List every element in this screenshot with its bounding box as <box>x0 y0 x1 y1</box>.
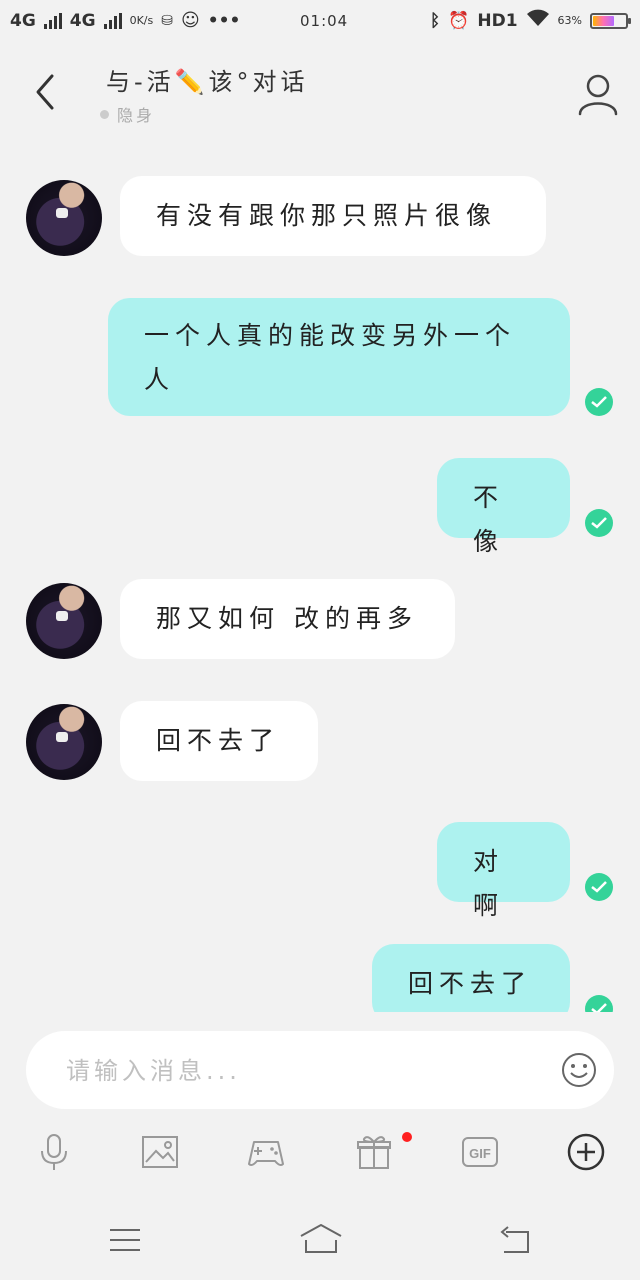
gift-icon[interactable] <box>352 1130 396 1174</box>
status-left: 4G 4G 0K/s ⛁ ☺ ••• <box>10 10 240 31</box>
read-check-icon <box>585 995 613 1012</box>
more-icon: ••• <box>207 10 241 31</box>
back-icon[interactable] <box>496 1222 536 1258</box>
notification-dot <box>402 1132 412 1142</box>
status-bar: 4G 4G 0K/s ⛁ ☺ ••• 01:04 ᛒ ⏰ HD1 63% <box>0 0 640 44</box>
network-type-1: 4G <box>10 10 36 31</box>
gif-icon[interactable]: GIF <box>458 1130 502 1174</box>
home-icon[interactable] <box>298 1222 344 1258</box>
chevron-left-icon[interactable] <box>30 72 66 112</box>
presence-dot <box>100 109 109 119</box>
signal-icon <box>43 12 62 29</box>
read-check-icon <box>585 509 613 537</box>
microphone-icon[interactable] <box>32 1130 76 1174</box>
battery-percent: 63% <box>557 14 582 27</box>
read-check-icon <box>585 873 613 901</box>
smiley-icon[interactable] <box>560 1051 598 1089</box>
clock: 01:04 <box>300 12 349 30</box>
message-bubble[interactable]: 回不去了 <box>120 701 318 781</box>
bluetooth-icon: ᛒ <box>430 10 441 31</box>
avatar[interactable] <box>26 180 102 256</box>
system-nav-bar <box>0 1210 640 1280</box>
presence-status: 隐身 <box>100 102 155 126</box>
avatar[interactable] <box>26 704 102 780</box>
avatar[interactable] <box>26 583 102 659</box>
wifi-icon <box>526 9 550 32</box>
read-check-icon <box>585 388 613 416</box>
net-speed: 0K/s <box>129 14 154 27</box>
message-input-bar[interactable]: 请输入消息... <box>26 1031 614 1109</box>
message-bubble[interactable]: 回不去了 <box>372 944 570 1012</box>
person-icon[interactable] <box>576 72 620 116</box>
gif-label: GIF <box>469 1146 491 1161</box>
chat-title: 与-活✏️该°对话 <box>106 68 309 96</box>
alarm-icon: ⏰ <box>448 10 470 31</box>
message-bubble[interactable]: 有没有跟你那只照片很像 <box>120 176 546 256</box>
presence-label: 隐身 <box>117 106 156 125</box>
network-type-2: 4G <box>69 10 96 31</box>
chat-app-icon: ☺ <box>180 10 200 31</box>
message-list[interactable]: 有没有跟你那只照片很像 一个人真的能改变另外一个人 不像 那又如何 改的再多 回… <box>0 140 640 1012</box>
signal-icon-2 <box>103 12 122 29</box>
chat-header: 与-活✏️该°对话 隐身 <box>0 44 640 140</box>
menu-icon[interactable] <box>106 1222 146 1258</box>
message-bubble[interactable]: 一个人真的能改变另外一个人 <box>108 298 570 416</box>
input-toolbar: GIF <box>0 1130 640 1186</box>
hd-label: HD1 <box>477 10 518 31</box>
status-right: ᛒ ⏰ HD1 63% <box>430 9 631 32</box>
message-bubble[interactable]: 不像 <box>437 458 570 556</box>
battery-icon <box>590 12 631 29</box>
data-icon: ⛁ <box>161 12 173 29</box>
image-icon[interactable] <box>138 1130 182 1174</box>
plus-circle-icon[interactable] <box>564 1130 608 1174</box>
message-bubble[interactable]: 那又如何 改的再多 <box>120 579 455 659</box>
message-input[interactable]: 请输入消息... <box>66 1051 241 1086</box>
message-bubble[interactable]: 对啊 <box>437 822 570 920</box>
gamepad-icon[interactable] <box>244 1130 288 1174</box>
